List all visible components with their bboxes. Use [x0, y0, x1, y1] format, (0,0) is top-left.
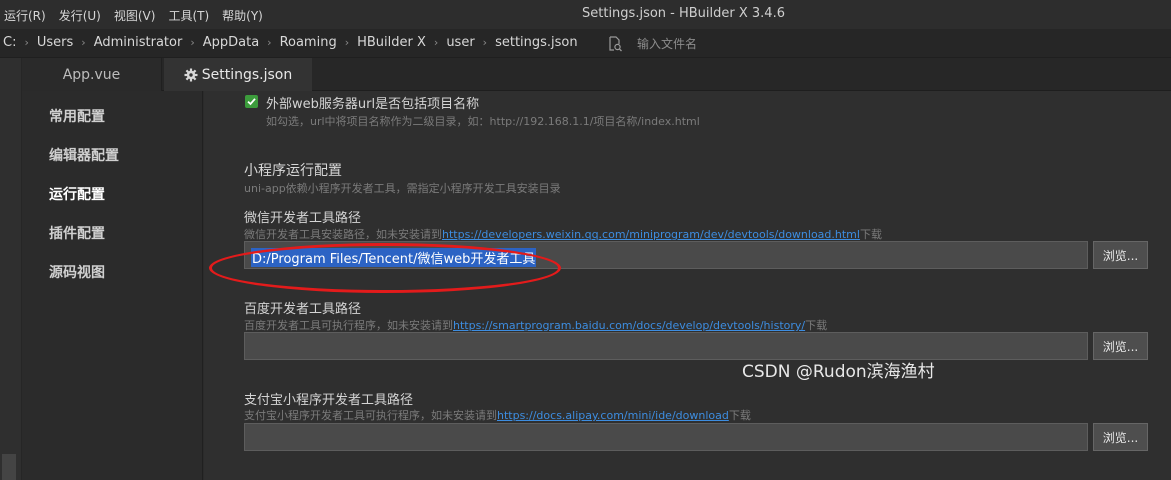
scrollbar-thumb[interactable]: [2, 454, 16, 480]
section-hint: uni-app依赖小程序开发者工具，需指定小程序开发工具安装目录: [244, 182, 561, 195]
breadcrumb-item[interactable]: C:: [3, 35, 16, 50]
hint-text: 微信开发者工具安装路径，如未安装请到: [244, 228, 442, 241]
hint-text: 下载: [805, 319, 828, 332]
menu-tools[interactable]: 工具(T): [168, 7, 209, 24]
path-bar: C: › Users › Administrator › AppData › Roami…: [0, 29, 1171, 58]
settings-content: 外部web服务器url是否包括项目名称 如勾选，url中将项目名称作为二级目录，…: [204, 91, 1171, 480]
chevron-right-icon: ›: [81, 36, 86, 49]
baidu-path-label: 百度开发者工具路径: [244, 302, 362, 317]
menu-help[interactable]: 帮助(Y): [222, 7, 263, 24]
alipay-path-label: 支付宝小程序开发者工具路径: [244, 393, 414, 408]
editor-tabs: App.vue Settings.json: [22, 58, 1171, 91]
window-title: Settings.json - HBuilder X 3.4.6: [582, 6, 785, 21]
baidu-path-input[interactable]: [244, 332, 1088, 360]
chevron-right-icon: ›: [267, 36, 272, 49]
watermark: CSDN @Rudon滨海渔村: [742, 362, 935, 382]
baidu-download-link[interactable]: https://smartprogram.baidu.com/docs/deve…: [453, 319, 805, 332]
wechat-browse-button[interactable]: 浏览...: [1093, 241, 1148, 269]
alipay-browse-button[interactable]: 浏览...: [1093, 423, 1148, 451]
hint-text: 下载: [859, 228, 882, 241]
include-project-name-hint: 如勾选，url中将项目名称作为二级目录，如：http://192.168.1.1…: [266, 115, 700, 128]
file-search-icon: [607, 35, 623, 52]
settings-nav: 常用配置 编辑器配置 运行配置 插件配置 源码视图: [22, 91, 203, 480]
hint-text: 下载: [728, 409, 751, 422]
include-project-name-checkbox[interactable]: [245, 95, 258, 108]
tab-app-vue[interactable]: App.vue: [22, 58, 162, 91]
alipay-path-input[interactable]: [244, 423, 1088, 451]
gear-icon: [184, 68, 198, 82]
alipay-path-hint: 支付宝小程序开发者工具可执行程序，如未安装请到https://docs.alip…: [244, 407, 751, 423]
breadcrumb-item[interactable]: user: [446, 35, 474, 50]
breadcrumb-item[interactable]: Roaming: [280, 35, 337, 50]
menu-run[interactable]: 运行(R): [4, 7, 46, 24]
menu-publish[interactable]: 发行(U): [59, 7, 101, 24]
nav-item-editor[interactable]: 编辑器配置: [49, 145, 119, 165]
nav-item-run[interactable]: 运行配置: [49, 184, 105, 204]
chevron-right-icon: ›: [482, 36, 488, 49]
nav-item-common[interactable]: 常用配置: [49, 106, 105, 126]
wechat-path-hint: 微信开发者工具安装路径，如未安装请到https://developers.wei…: [244, 226, 882, 242]
chevron-right-icon: ›: [24, 36, 29, 49]
breadcrumb-item[interactable]: Administrator: [94, 35, 183, 50]
tab-label: App.vue: [62, 66, 121, 83]
breadcrumb: C: › Users › Administrator › AppData › Roami…: [3, 35, 578, 50]
wechat-path-label: 微信开发者工具路径: [244, 211, 362, 226]
chevron-right-icon: ›: [344, 36, 350, 49]
chevron-right-icon: ›: [190, 36, 195, 49]
file-search-input[interactable]: 输入文件名: [637, 35, 697, 52]
tab-label: Settings.json: [201, 66, 293, 83]
nav-item-plugins[interactable]: 插件配置: [49, 223, 105, 243]
chevron-right-icon: ›: [433, 36, 439, 49]
annotation-ellipse: [209, 243, 561, 293]
baidu-path-hint: 百度开发者工具可执行程序，如未安装请到https://smartprogram.…: [244, 317, 827, 333]
baidu-browse-button[interactable]: 浏览...: [1093, 332, 1148, 360]
menu-view[interactable]: 视图(V): [114, 7, 156, 24]
breadcrumb-item[interactable]: settings.json: [495, 35, 578, 50]
project-panel-strip: [0, 58, 22, 480]
tab-settings-json[interactable]: Settings.json: [164, 58, 312, 91]
include-project-name-label: 外部web服务器url是否包括项目名称: [266, 97, 480, 112]
file-search[interactable]: 输入文件名: [607, 35, 697, 52]
breadcrumb-item[interactable]: HBuilder X: [357, 35, 426, 50]
nav-item-source[interactable]: 源码视图: [49, 262, 105, 282]
section-title: 小程序运行配置: [244, 163, 342, 179]
wechat-download-link[interactable]: https://developers.weixin.qq.com/minipro…: [442, 228, 860, 241]
menu-list: 运行(R) 发行(U) 视图(V) 工具(T) 帮助(Y): [4, 7, 276, 24]
breadcrumb-item[interactable]: Users: [37, 35, 73, 50]
hint-text: 百度开发者工具可执行程序，如未安装请到: [244, 319, 453, 332]
breadcrumb-item[interactable]: AppData: [203, 35, 259, 50]
hint-text: 支付宝小程序开发者工具可执行程序，如未安装请到: [244, 409, 497, 422]
alipay-download-link[interactable]: https://docs.alipay.com/mini/ide/downloa…: [497, 409, 729, 422]
menu-bar: 运行(R) 发行(U) 视图(V) 工具(T) 帮助(Y) Settings.j…: [0, 0, 1171, 29]
